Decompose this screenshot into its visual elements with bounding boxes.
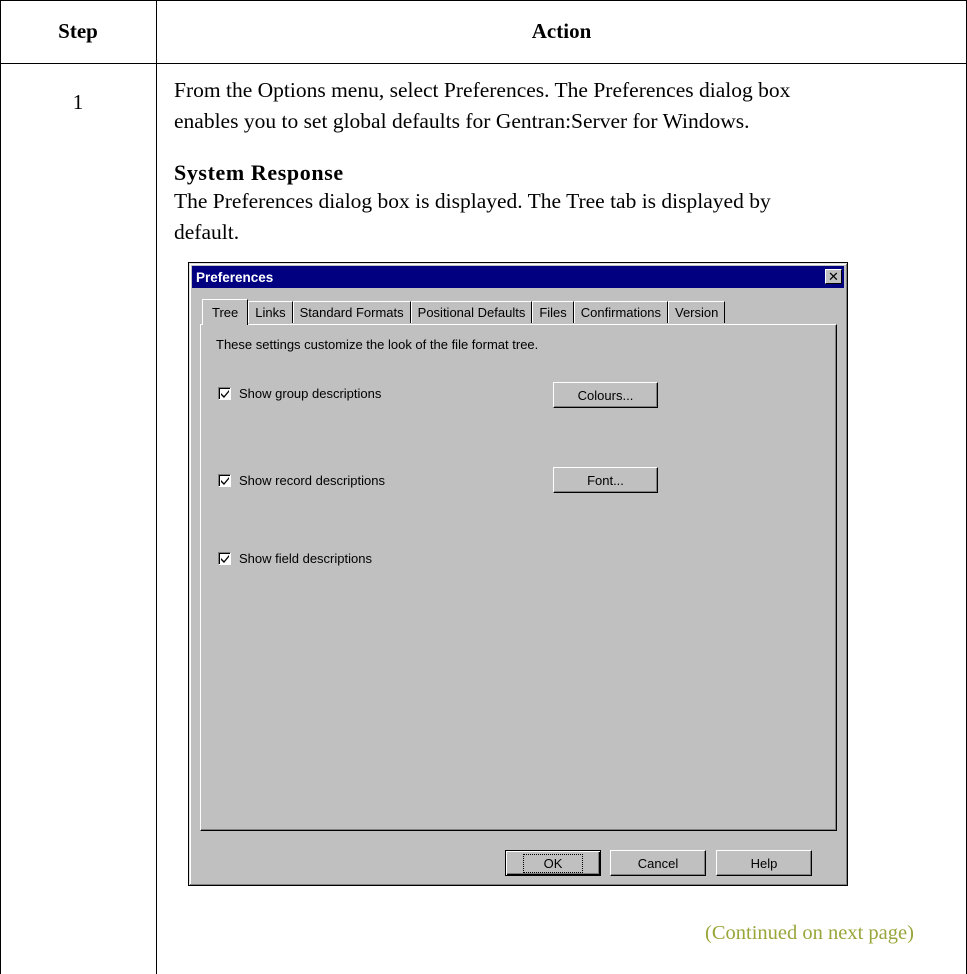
checkbox-box[interactable] (218, 474, 231, 487)
checkbox-show-group-descriptions[interactable]: Show group descriptions (218, 386, 381, 401)
action-line-2: enables you to set global defaults for G… (174, 109, 750, 133)
panel-description: These settings customize the look of the… (216, 337, 539, 352)
system-response-heading: System Response (174, 160, 344, 185)
checkmark-icon (221, 477, 229, 485)
tab-links[interactable]: Links (248, 301, 293, 323)
preferences-dialog: Preferences ✕ These settings customize t… (188, 262, 848, 886)
checkbox-box[interactable] (218, 387, 231, 400)
checkbox-label: Show field descriptions (239, 551, 372, 566)
help-button[interactable]: Help (716, 850, 812, 876)
step-number: 1 (72, 90, 84, 114)
tab-version[interactable]: Version (667, 301, 726, 323)
ok-button-label: OK (522, 853, 584, 873)
tab-positional-defaults[interactable]: Positional Defaults (410, 301, 533, 323)
checkbox-box[interactable] (218, 552, 231, 565)
action-line-1: From the Options menu, select Preference… (174, 78, 791, 102)
checkbox-label: Show record descriptions (239, 473, 385, 488)
tab-confirmations[interactable]: Confirmations (573, 301, 668, 323)
ok-button[interactable]: OK (505, 850, 601, 876)
table-left-border (0, 0, 1, 974)
cancel-button[interactable]: Cancel (610, 850, 706, 876)
checkmark-icon (221, 390, 229, 398)
colours-button[interactable]: Colours... (553, 382, 658, 408)
dialog-title: Preferences (196, 269, 274, 285)
close-icon: ✕ (828, 269, 839, 284)
tab-tree[interactable]: Tree (202, 299, 249, 325)
checkmark-icon (221, 555, 229, 563)
header-divider (0, 63, 967, 64)
tree-tab-panel: These settings customize the look of the… (200, 324, 837, 831)
continued-note: (Continued on next page) (705, 922, 914, 944)
column-divider (156, 0, 157, 974)
tab-standard-formats[interactable]: Standard Formats (292, 301, 411, 323)
header-step: Step (58, 19, 98, 43)
header-action: Action (531, 19, 592, 43)
response-line-1: The Preferences dialog box is displayed.… (174, 189, 771, 213)
close-button[interactable]: ✕ (825, 269, 842, 284)
checkbox-show-record-descriptions[interactable]: Show record descriptions (218, 473, 385, 488)
tab-files[interactable]: Files (532, 301, 574, 323)
font-button[interactable]: Font... (553, 467, 658, 493)
dialog-titlebar[interactable]: Preferences ✕ (192, 266, 844, 288)
checkbox-show-field-descriptions[interactable]: Show field descriptions (218, 551, 372, 566)
checkbox-label: Show group descriptions (239, 386, 382, 401)
response-line-2: default. (174, 220, 240, 244)
tab-strip: Tree Links Standard Formats Positional D… (202, 299, 726, 325)
